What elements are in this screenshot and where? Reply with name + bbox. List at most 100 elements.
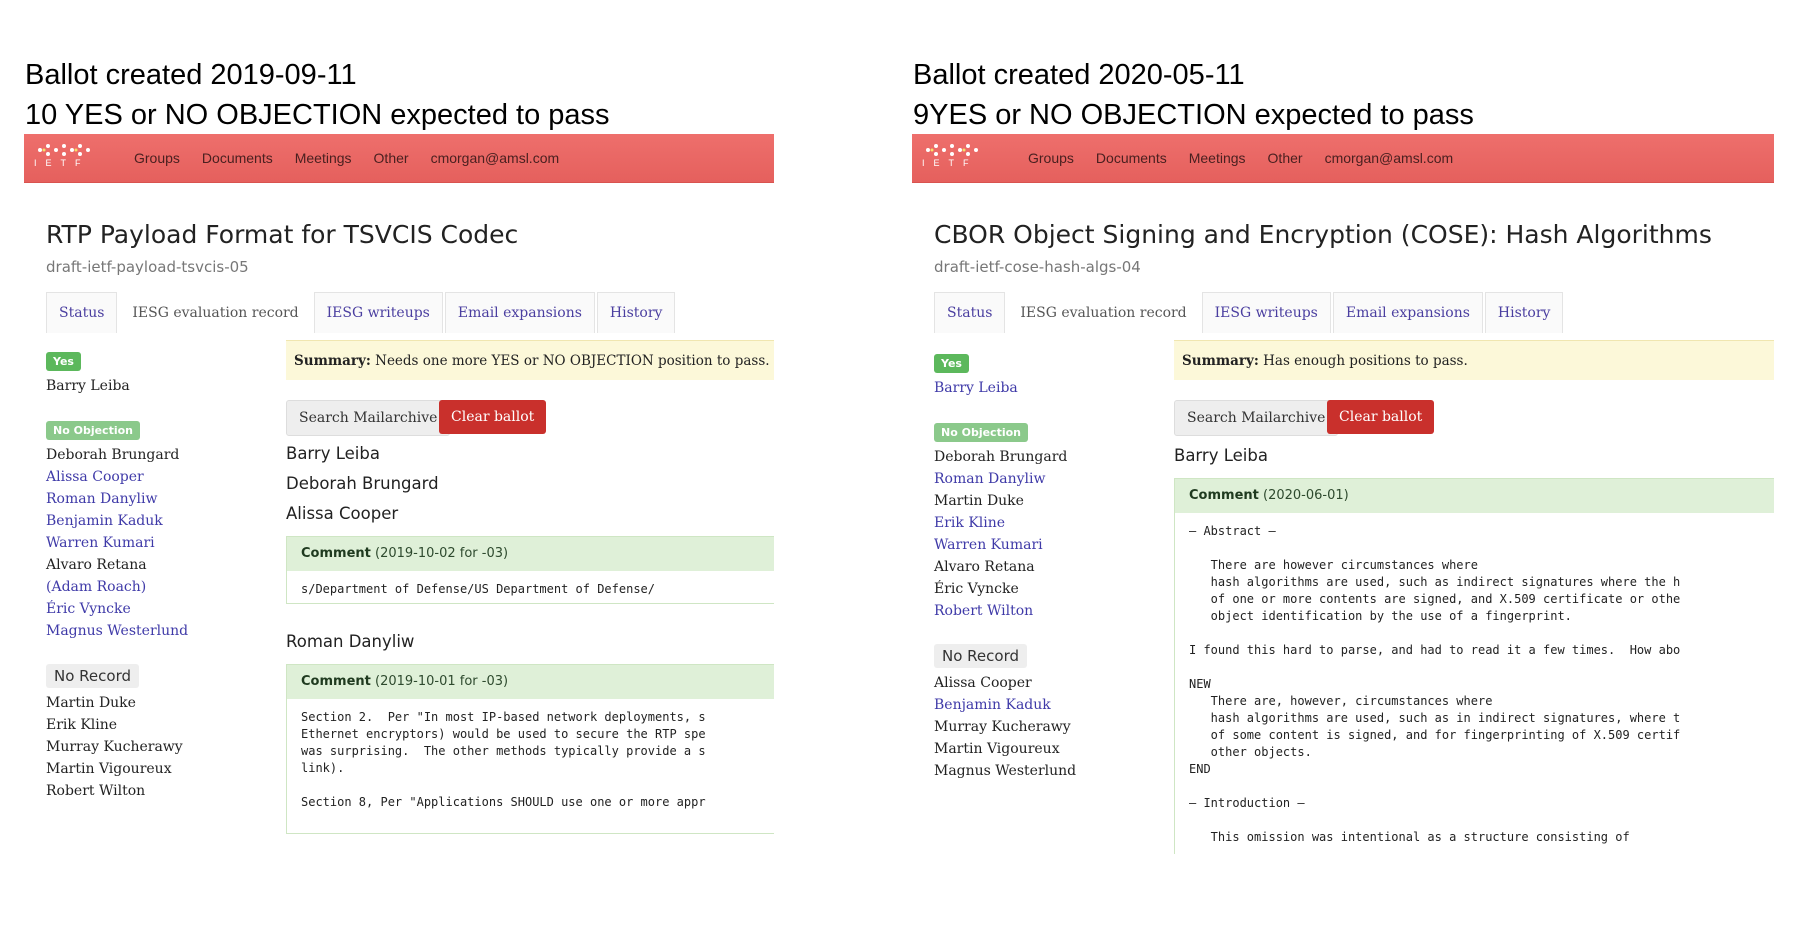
nav-meetings[interactable]: Meetings	[1189, 150, 1246, 166]
no-record-badge: No Record	[46, 664, 139, 688]
right-tabs: Status IESG evaluation record IESG write…	[934, 292, 1565, 334]
right-screenshot: IETF Groups Documents Meetings Other cmo…	[912, 134, 1774, 854]
left-caption-line1: Ballot created 2019-09-11	[25, 59, 357, 91]
person-link[interactable]: Warren Kumari	[934, 534, 1076, 556]
comment-panel: Comment (2019-10-01 for -03) Section 2. …	[286, 664, 774, 834]
comment-line: — Abstract —	[1189, 524, 1276, 538]
comment-line	[301, 777, 771, 794]
tab-email-expansions[interactable]: Email expansions	[444, 292, 595, 333]
tab-iesg-evaluation-record[interactable]: IESG evaluation record	[1007, 292, 1200, 333]
left-caption: Ballot created 2019-09-11 10 YES or NO O…	[25, 55, 610, 135]
tab-email-expansions[interactable]: Email expansions	[1332, 292, 1483, 333]
search-mailarchive-button[interactable]: Search Mailarchive	[286, 400, 451, 436]
person: Robert Wilton	[46, 783, 146, 799]
tab-status[interactable]: Status	[46, 292, 118, 333]
comment-panel: Comment (2020-06-01) — Abstract — There …	[1174, 478, 1774, 854]
nav-user-email[interactable]: cmorgan@amsl.com	[431, 150, 560, 166]
comment-line: NEW	[1189, 677, 1211, 691]
person: Deborah Brungard	[46, 447, 180, 463]
no-record-group: No Record Alissa Cooper Benjamin Kaduk M…	[934, 644, 1076, 782]
no-record-group: No Record Martin Duke Erik Kline Murray …	[46, 664, 188, 802]
person-link[interactable]: Roman Danyliw	[46, 488, 188, 510]
search-mailarchive-button[interactable]: Search Mailarchive	[1174, 400, 1339, 436]
nav-user-email[interactable]: cmorgan@amsl.com	[1325, 150, 1454, 166]
position-name: Barry Leiba	[286, 444, 380, 463]
person-link[interactable]: Barry Leiba	[934, 377, 1076, 399]
comment-line: — Introduction —	[1189, 796, 1305, 810]
comment-line: other objects.	[1189, 745, 1312, 759]
comment-date: (2019-10-01 for -03)	[375, 674, 509, 689]
draft-name: draft-ietf-cose-hash-algs-04	[934, 258, 1141, 276]
comment-date: (2019-10-02 for -03)	[375, 546, 509, 561]
comment-line: object identification by the use of a fi…	[1189, 609, 1572, 623]
person: Magnus Westerlund	[934, 763, 1077, 779]
clear-ballot-button[interactable]: Clear ballot	[1327, 400, 1435, 434]
person-link[interactable]: Erik Kline	[934, 512, 1076, 534]
person: Martin Duke	[46, 695, 136, 711]
logo-text: IETF	[34, 158, 90, 168]
tab-status[interactable]: Status	[934, 292, 1006, 333]
person: Deborah Brungard	[934, 449, 1068, 465]
logo-text: IETF	[922, 158, 978, 168]
person-link[interactable]: Éric Vyncke	[46, 598, 188, 620]
person: Murray Kucherawy	[46, 739, 183, 755]
yes-group: Yes Barry Leiba	[46, 352, 188, 397]
comment-line: Section 2. Per "In most IP-based network…	[301, 710, 706, 724]
person: Martin Vigoureux	[934, 741, 1060, 757]
nav-other[interactable]: Other	[374, 150, 409, 166]
clear-ballot-button[interactable]: Clear ballot	[439, 400, 547, 434]
comment-line	[1189, 812, 1769, 829]
nav-other[interactable]: Other	[1268, 150, 1303, 166]
no-record-badge: No Record	[934, 644, 1027, 668]
comment-header: Comment (2019-10-01 for -03)	[287, 665, 774, 699]
person: Alvaro Retana	[46, 557, 147, 573]
comment-label: Comment	[301, 546, 371, 561]
right-caption-line2: 9YES or NO OBJECTION expected to pass	[913, 99, 1474, 131]
position-name: Barry Leiba	[1174, 446, 1268, 465]
tab-iesg-writeups[interactable]: IESG writeups	[313, 292, 443, 333]
comment-body: s/Department of Defense/US Department of…	[287, 571, 774, 608]
comment-line	[1189, 778, 1769, 795]
tab-iesg-evaluation-record[interactable]: IESG evaluation record	[119, 292, 312, 333]
comment-line: Section 8, Per "Applications SHOULD use …	[301, 795, 706, 809]
left-caption-line2: 10 YES or NO OBJECTION expected to pass	[25, 99, 610, 131]
tab-history[interactable]: History	[596, 292, 676, 333]
person-link[interactable]: Alissa Cooper	[46, 466, 188, 488]
comment-header: Comment (2019-10-02 for -03)	[287, 537, 774, 571]
position-name: Alissa Cooper	[286, 504, 399, 523]
right-navbar: IETF Groups Documents Meetings Other cmo…	[912, 134, 1774, 183]
person-link[interactable]: Warren Kumari	[46, 532, 188, 554]
comment-line: s/Department of Defense/US Department of…	[301, 582, 656, 596]
left-nav-links: Groups Documents Meetings Other cmorgan@…	[134, 134, 581, 182]
comment-line: There are however circumstances where	[1189, 558, 1478, 572]
document-title: RTP Payload Format for TSVCIS Codec	[46, 220, 519, 249]
person-link[interactable]: Benjamin Kaduk	[934, 694, 1076, 716]
person-link[interactable]: Magnus Westerlund	[46, 620, 188, 642]
nav-documents[interactable]: Documents	[1096, 150, 1167, 166]
nav-groups[interactable]: Groups	[1028, 150, 1074, 166]
comment-line	[1189, 540, 1769, 557]
right-caption: Ballot created 2020-05-11 9YES or NO OBJ…	[913, 55, 1474, 135]
nav-documents[interactable]: Documents	[202, 150, 273, 166]
person-link[interactable]: Benjamin Kaduk	[46, 510, 188, 532]
left-positions: Yes Barry Leiba No Objection Deborah Bru…	[46, 352, 188, 824]
comment-date: (2020-06-01)	[1263, 488, 1349, 503]
nav-groups[interactable]: Groups	[134, 150, 180, 166]
left-tabs: Status IESG evaluation record IESG write…	[46, 292, 677, 334]
comment-line: There are, however, circumstances where	[1189, 694, 1493, 708]
summary-text: Needs one more YES or NO OBJECTION posit…	[375, 353, 770, 369]
comment-line: Ethernet encryptors) would be used to se…	[301, 727, 706, 741]
person: Barry Leiba	[46, 378, 130, 394]
comment-line: I found this hard to parse, and had to r…	[1189, 643, 1681, 657]
summary-label: Summary:	[294, 353, 371, 369]
person-link[interactable]: Robert Wilton	[934, 600, 1076, 622]
person-link[interactable]: (Adam Roach)	[46, 576, 188, 598]
nav-meetings[interactable]: Meetings	[295, 150, 352, 166]
tab-iesg-writeups[interactable]: IESG writeups	[1201, 292, 1331, 333]
comment-body: Section 2. Per "In most IP-based network…	[287, 699, 774, 821]
person-link[interactable]: Roman Danyliw	[934, 468, 1076, 490]
tab-history[interactable]: History	[1484, 292, 1564, 333]
no-objection-group: No Objection Deborah Brungard Alissa Coo…	[46, 421, 188, 642]
comment-line: hash algorithms are used, such as indire…	[1189, 575, 1681, 589]
no-objection-badge: No Objection	[934, 423, 1028, 442]
